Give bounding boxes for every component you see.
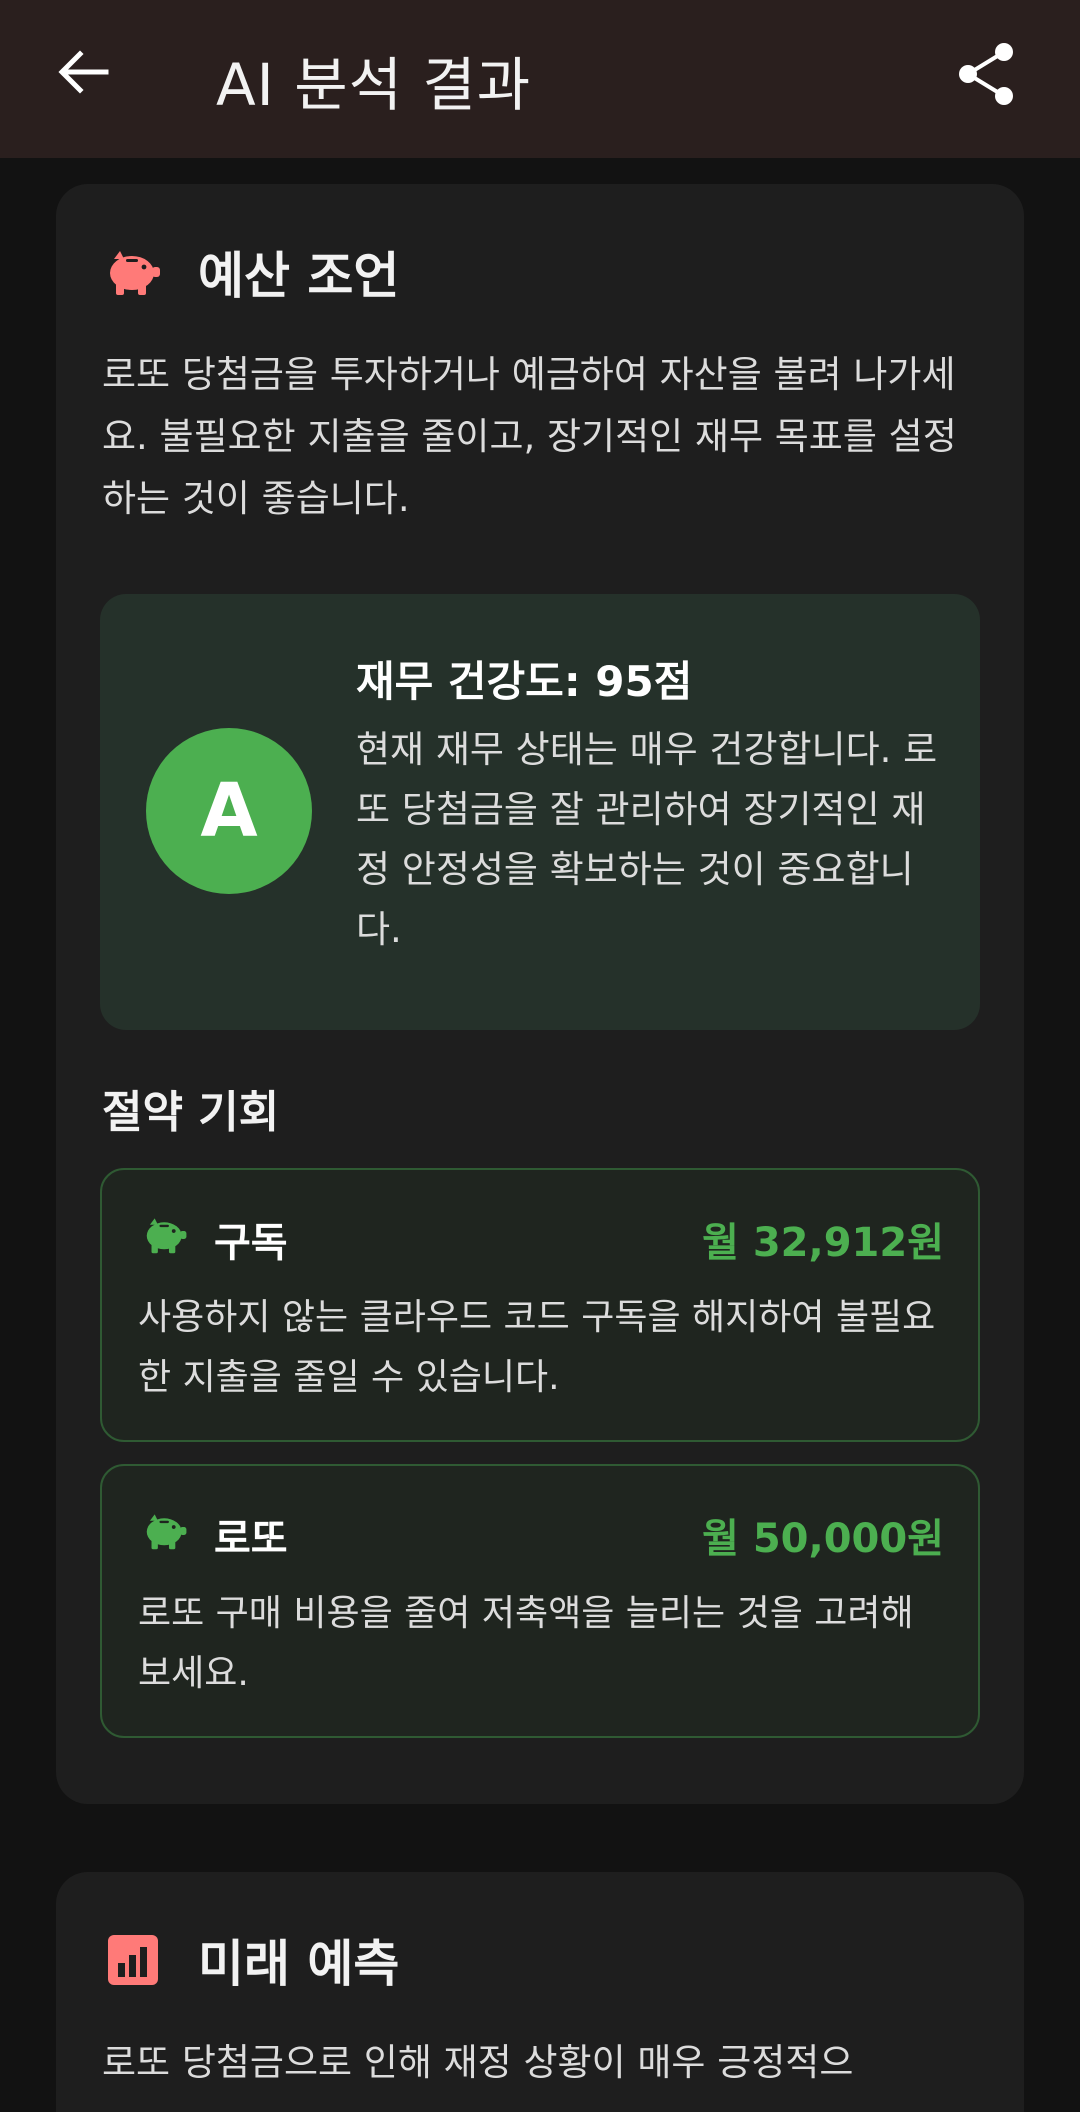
card-title: 미래 예측 [198, 1935, 400, 1993]
piggy-bank-icon [110, 251, 160, 295]
piggy-bank-icon [146, 1218, 187, 1254]
card-header: 예산 조언 [104, 236, 399, 308]
budget-advice-card: 예산 조언 로또 당첨금을 투자하거나 예금하여 자산을 불려 나가세요. 불필… [56, 184, 1024, 1804]
arrow-left-icon[interactable] [52, 40, 116, 104]
opportunity-name: 구독 [214, 1220, 288, 1266]
health-score-title: 재무 건강도: 95점 [356, 657, 693, 706]
opportunity-amount: 월 32,912원 [702, 1220, 944, 1266]
savings-opportunity-item[interactable]: 로또 월 50,000원 로또 구매 비용을 줄여 저축액을 늘리는 것을 고려… [100, 1464, 980, 1738]
opportunity-description: 사용하지 않는 클라우드 코드 구독을 해지하여 불필요한 지출을 줄일 수 있… [138, 1297, 936, 1398]
forecast-text: 로또 당첨금으로 인해 재정 상황이 매우 긍정적으 [102, 2041, 854, 2084]
savings-opportunity-item[interactable]: 구독 월 32,912원 사용하지 않는 클라우드 코드 구독을 해지하여 불필… [100, 1168, 980, 1442]
app-bar: AI 분석 결과 [0, 0, 1080, 158]
future-forecast-card: 미래 예측 로또 당첨금으로 인해 재정 상황이 매우 긍정적으 [56, 1872, 1024, 2112]
card-header: 미래 예측 [104, 1924, 399, 1996]
health-description: 현재 재무 상태는 매우 건강합니다. 로또 당첨금을 잘 관리하여 장기적인 … [356, 728, 938, 951]
financial-health-box: A 재무 건강도: 95점 현재 재무 상태는 매우 건강합니다. 로또 당첨금… [100, 594, 980, 1030]
savings-section-title: 절약 기회 [102, 1087, 280, 1138]
budget-advice-text: 로또 당첨금을 투자하거나 예금하여 자산을 불려 나가세요. 불필요한 지출을… [102, 353, 957, 520]
page-title: AI 분석 결과 [216, 51, 532, 119]
bar-chart-icon [108, 1935, 158, 1985]
piggy-bank-icon [146, 1514, 187, 1550]
opportunity-amount: 월 50,000원 [702, 1516, 944, 1562]
opportunity-name: 로또 [214, 1516, 288, 1562]
card-title: 예산 조언 [198, 247, 400, 305]
share-icon[interactable] [954, 40, 1018, 108]
opportunity-description: 로또 구매 비용을 줄여 저축액을 늘리는 것을 고려해 보세요. [138, 1593, 914, 1694]
health-grade-badge: A [146, 728, 312, 894]
